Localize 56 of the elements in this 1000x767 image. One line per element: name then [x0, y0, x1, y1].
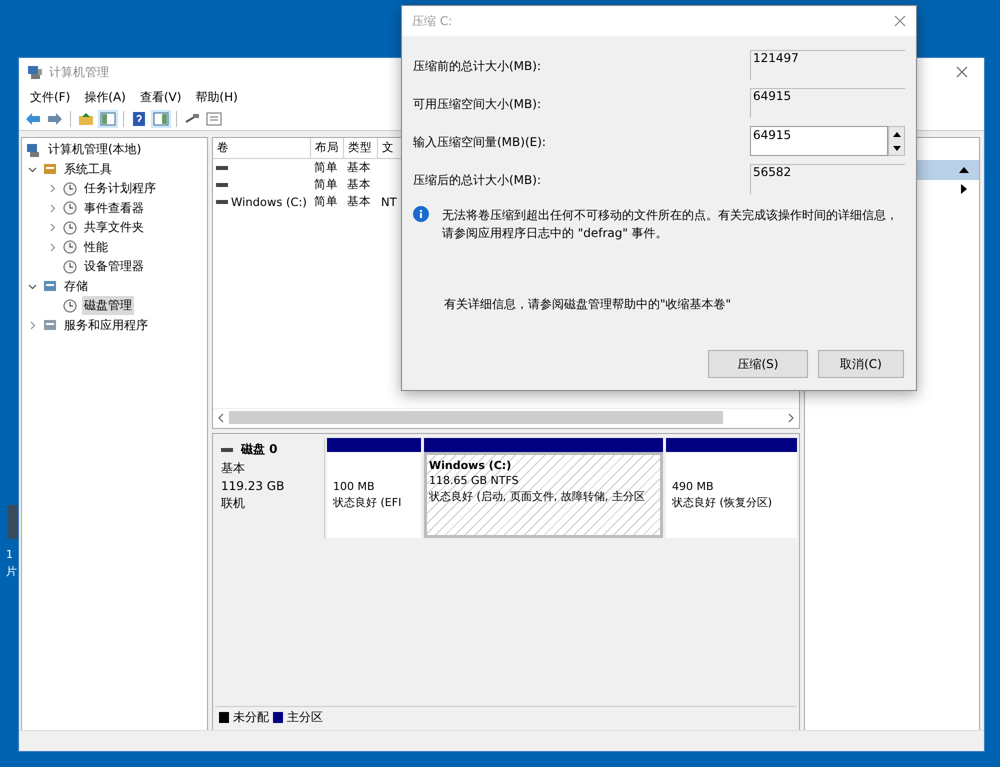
- help-text: 有关详细信息，请参阅磁盘管理帮助中的"收缩基本卷": [444, 296, 732, 313]
- partition-status: 状态良好 (恢复分区): [672, 495, 774, 510]
- partition-size: 118.65 GB NTFS: [429, 474, 520, 487]
- table-cell-text: 简单: [313, 160, 339, 175]
- tree-item[interactable]: 服务和应用程序: [62, 316, 150, 335]
- field-label: 输入压缩空间量(MB)(E):: [413, 134, 546, 151]
- partition-block[interactable]: 490 MB 状态良好 (恢复分区): [666, 452, 797, 538]
- tree-item[interactable]: 设备管理器: [82, 257, 146, 276]
- table-cell: Windows (C:): [231, 194, 307, 208]
- disk-status: 联机: [221, 495, 246, 512]
- menu-item[interactable]: 帮助(H): [188, 88, 245, 106]
- dialog-button[interactable]: 取消(C): [818, 350, 904, 378]
- tree-item[interactable]: 系统工具: [62, 160, 114, 179]
- tree-item[interactable]: 磁盘管理: [82, 296, 134, 316]
- window-title: 计算机管理: [49, 64, 109, 80]
- readonly-field: 64915: [750, 88, 905, 118]
- tree-item[interactable]: 性能: [82, 238, 110, 257]
- partition-block[interactable]: 100 MB 状态良好 (EFI: [327, 452, 421, 538]
- menu-item[interactable]: 操作(A): [77, 88, 133, 106]
- readonly-field: 121497: [750, 50, 905, 80]
- dialog-title: 压缩 C:: [412, 12, 452, 30]
- tree-item[interactable]: 共享文件夹: [82, 218, 146, 238]
- column-header[interactable]: 布局: [311, 138, 344, 158]
- dialog-button[interactable]: 压缩(S): [708, 350, 808, 378]
- tree-item[interactable]: 计算机管理(本地): [46, 140, 144, 160]
- table-cell-text: 基本: [346, 160, 372, 175]
- legend-label: 未分配: [233, 709, 269, 726]
- input-field[interactable]: 64915: [750, 126, 888, 156]
- table-cell-text: 简单: [313, 177, 339, 192]
- menu-item[interactable]: 文件(F): [23, 88, 78, 106]
- column-header[interactable]: 卷: [213, 138, 311, 158]
- legend-label: 主分区: [287, 709, 323, 726]
- tree-item[interactable]: 任务计划程序: [82, 179, 158, 198]
- table-cell-text: 基本: [346, 177, 372, 192]
- field-label: 可用压缩空间大小(MB):: [413, 96, 541, 113]
- disk-type: 基本: [221, 460, 246, 477]
- partition-status: 状态良好 (启动, 页面文件, 故障转储, 主分区: [429, 489, 646, 504]
- field-label: 压缩前的总计大小(MB):: [413, 58, 541, 75]
- field-label: 压缩后的总计大小(MB):: [413, 172, 541, 189]
- tree-item[interactable]: 存储: [62, 276, 90, 296]
- partition-label: Windows (C:): [429, 459, 512, 472]
- disk-size: 119.23 GB: [221, 479, 286, 493]
- disk-name: 磁盘 0: [241, 441, 278, 458]
- partition-block[interactable]: Windows (C:) 118.65 GB NTFS 状态良好 (启动, 页面文件, 故障转储, 主分区: [424, 452, 663, 538]
- desktop-icon-label: 1 片: [6, 547, 17, 580]
- table-cell-text: 基本: [346, 194, 372, 209]
- partition-status: 状态良好 (EFI: [333, 495, 402, 510]
- table-cell-text: 简单: [313, 194, 339, 209]
- partition-size: 100 MB: [333, 480, 376, 493]
- column-header[interactable]: 类型: [344, 138, 378, 158]
- info-message: 无法将卷压缩到超出任何不可移动的文件所在的点。有关完成该操作时间的详细信息，请参阅应用程序日志中的 "defrag" 事件。: [442, 207, 899, 242]
- menu-item[interactable]: 查看(V): [132, 88, 188, 106]
- partition-size: 490 MB: [672, 480, 715, 493]
- tree-item[interactable]: 事件查看器: [82, 198, 146, 218]
- table-cell-text: NT: [380, 194, 398, 208]
- readonly-field: 56582: [750, 164, 905, 194]
